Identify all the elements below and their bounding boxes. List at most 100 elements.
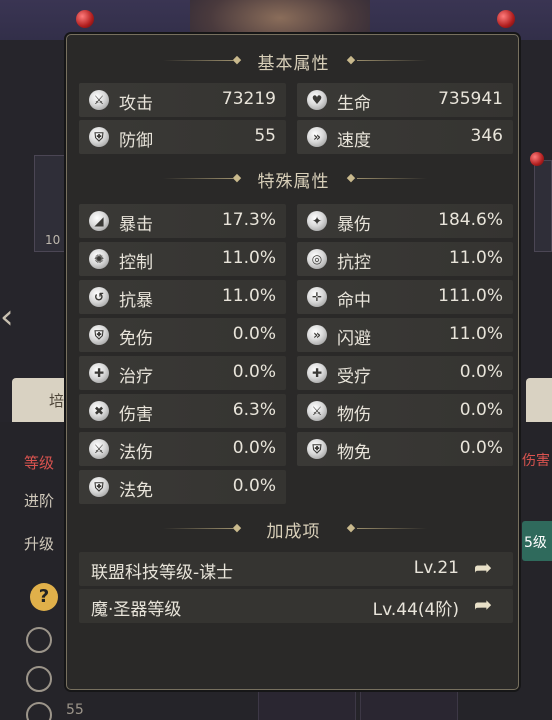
bonus-artifact-level[interactable]: 魔·圣器等级 Lv.44(4阶) ➦: [79, 589, 513, 623]
stat-name: 速度: [337, 131, 371, 151]
boot-icon: »: [307, 127, 327, 147]
stat-name: 物伤: [337, 405, 371, 425]
stat-dodge: » 闪避 11.0%: [297, 318, 513, 352]
stat-name: 治疗: [119, 367, 153, 387]
stat-name: 闪避: [337, 329, 371, 349]
stat-physical-damage: ⚔ 物伤 0.0%: [297, 394, 513, 428]
ornament-icon: ◆: [346, 521, 356, 534]
stat-control: ✺ 控制 11.0%: [79, 242, 286, 276]
stat-name: 暴击: [119, 215, 153, 235]
stat-name: 控制: [119, 253, 153, 273]
stat-value: 0.0%: [232, 324, 276, 344]
crit-damage-icon: ✦: [307, 211, 327, 231]
shield-icon: ⛨: [89, 127, 109, 147]
special-attributes-title: 特殊属性: [257, 172, 330, 192]
physical-damage-icon: ⚔: [307, 401, 327, 421]
go-arrow-icon[interactable]: ➦: [467, 557, 499, 581]
stat-name: 法伤: [119, 443, 153, 463]
heart-icon: ♥: [307, 90, 327, 110]
heart-outline-icon: [26, 666, 52, 692]
magic-damage-icon: ⚔: [89, 439, 109, 459]
stat-magic-damage: ⚔ 法伤 0.0%: [79, 432, 286, 466]
stat-received-heal: ✚ 受疗 0.0%: [297, 356, 513, 390]
stat-crit-damage: ✦ 暴伤 184.6%: [297, 204, 513, 238]
stat-defense: ⛨ 防御 55: [79, 120, 286, 154]
stat-name: 抗控: [337, 253, 371, 273]
damage-icon: ✖: [89, 401, 109, 421]
bonus-value: Lv.44(4阶): [372, 600, 459, 620]
stat-value: 0.0%: [232, 438, 276, 458]
stat-value: 11.0%: [221, 248, 276, 268]
stat-value: 0.0%: [232, 362, 276, 382]
right-card[interactable]: [534, 160, 552, 252]
stat-name: 受疗: [337, 367, 371, 387]
stat-anti-control: ◎ 抗控 11.0%: [297, 242, 513, 276]
stat-heal: ✚ 治疗 0.0%: [79, 356, 286, 390]
stat-value: 184.6%: [438, 210, 503, 230]
stat-name: 暴伤: [337, 215, 371, 235]
stat-crit: ◢ 暴击 17.3%: [79, 204, 286, 238]
tab-label: 培: [48, 392, 64, 410]
help-icon[interactable]: ?: [30, 583, 58, 611]
basic-attributes-header: ◆ 基本属性 ◆: [67, 49, 520, 74]
stat-damage: ✖ 伤害 6.3%: [79, 394, 286, 428]
stat-value: 0.0%: [459, 438, 503, 458]
stat-speed: » 速度 346: [297, 120, 513, 154]
stat-name: 生命: [337, 94, 371, 114]
bonus-title: 加成项: [266, 522, 321, 542]
stat-magic-immunity: ⛨ 法免 0.0%: [79, 470, 286, 504]
dodge-icon: »: [307, 325, 327, 345]
stat-value: 11.0%: [448, 324, 503, 344]
upgrade-level-button[interactable]: 5级: [522, 521, 552, 561]
stat-damage-reduction: ⛨ 免伤 0.0%: [79, 318, 286, 352]
stat-anti-crit: ↺ 抗暴 11.0%: [79, 280, 286, 314]
go-arrow-icon[interactable]: ➦: [467, 594, 499, 618]
bonus-value: Lv.21: [413, 558, 459, 578]
stat-name: 免伤: [119, 329, 153, 349]
special-attributes-header: ◆ 特殊属性 ◆: [67, 167, 520, 192]
stat-hp: ♥ 生命 735941: [297, 83, 513, 117]
stat-value: 0.0%: [232, 476, 276, 496]
stat-value: 735941: [438, 89, 503, 109]
bonus-header: ◆ 加成项 ◆: [67, 517, 520, 542]
magic-immunity-icon: ⛨: [89, 477, 109, 497]
left-arrow-icon[interactable]: ‹: [0, 300, 14, 334]
crit-icon: ◢: [89, 211, 109, 231]
stat-value: 55: [254, 126, 276, 146]
stat-name: 命中: [337, 291, 371, 311]
stat-value: 17.3%: [221, 210, 276, 230]
defense-number: 55: [66, 702, 84, 718]
red-gem-icon: [530, 152, 544, 166]
stat-value: 0.0%: [459, 400, 503, 420]
received-heal-icon: ✚: [307, 363, 327, 383]
stat-name: 抗暴: [119, 291, 153, 311]
damage-label: 伤害: [522, 453, 550, 469]
stat-name: 防御: [119, 131, 153, 151]
stat-value: 346: [470, 126, 503, 146]
stat-name: 攻击: [119, 94, 153, 114]
bonus-name: 联盟科技等级-谋士: [91, 563, 234, 583]
control-icon: ✺: [89, 249, 109, 269]
stat-physical-immunity: ⛨ 物免 0.0%: [297, 432, 513, 466]
basic-attributes-title: 基本属性: [257, 54, 330, 74]
red-gem-icon: [76, 10, 94, 28]
bonus-name: 魔·圣器等级: [91, 600, 182, 620]
stat-name: 物免: [337, 443, 371, 463]
attribute-popup: ◆ 基本属性 ◆ ⚔ 攻击 73219 ♥ 生命 735941 ⛨ 防御 55 …: [66, 34, 519, 690]
stat-value: 11.0%: [221, 286, 276, 306]
tab-right[interactable]: [526, 378, 552, 422]
attack-icon: ⚔: [89, 90, 109, 110]
tab-cultivate[interactable]: 培: [12, 378, 70, 422]
stat-attack: ⚔ 攻击 73219: [79, 83, 286, 117]
ornament-icon: ◆: [346, 171, 356, 184]
stat-name: 法免: [119, 481, 153, 501]
left-card-number: 10: [45, 233, 61, 247]
stat-value: 6.3%: [232, 400, 276, 420]
gear-icon: [26, 627, 52, 653]
stat-hit: ✛ 命中 111.0%: [297, 280, 513, 314]
stat-value: 73219: [221, 89, 276, 109]
stat-value: 0.0%: [459, 362, 503, 382]
upgrade-level-label: 5级: [524, 535, 547, 551]
bonus-alliance-tech[interactable]: 联盟科技等级-谋士 Lv.21 ➦: [79, 552, 513, 586]
anti-control-icon: ◎: [307, 249, 327, 269]
